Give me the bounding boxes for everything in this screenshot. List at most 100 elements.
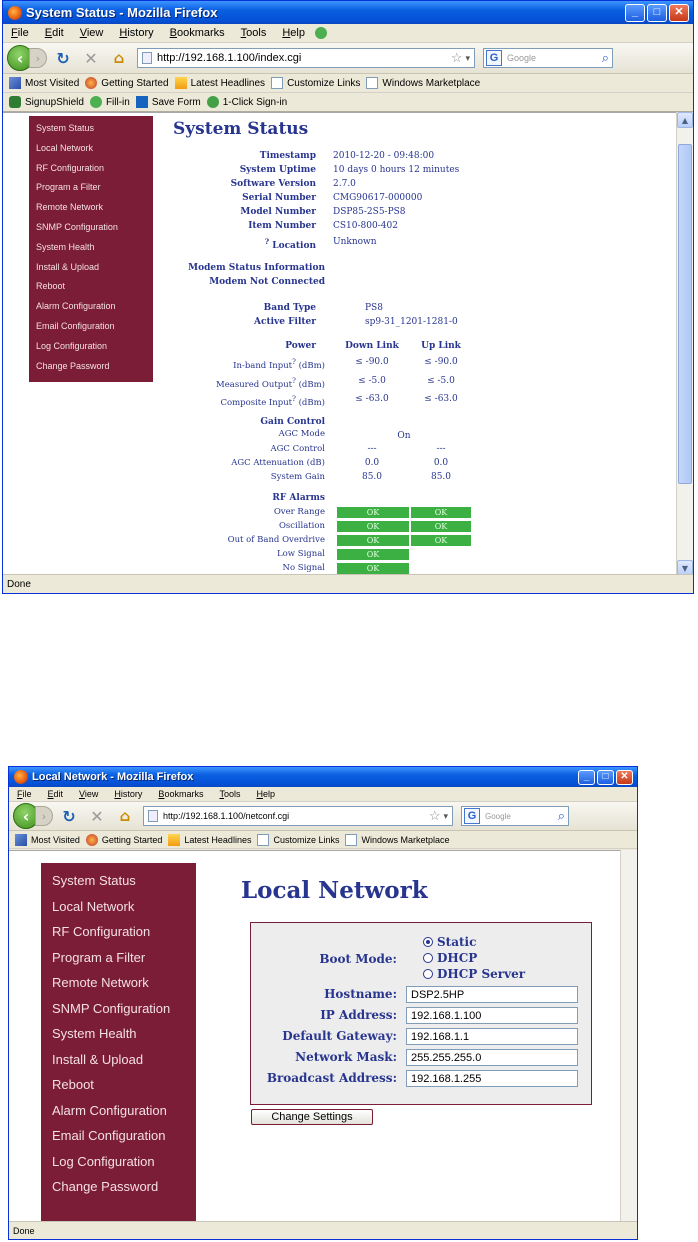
search-box[interactable]: G Google ⌕ [461, 806, 569, 826]
gateway-input[interactable] [406, 1028, 578, 1045]
nav-alarm-configuration[interactable]: Alarm Configuration [29, 301, 153, 321]
bookmark-getting-started[interactable]: Getting Started [85, 833, 162, 846]
nav-program-a-filter[interactable]: Program a Filter [41, 950, 196, 976]
nav-change-password[interactable]: Change Password [29, 361, 153, 381]
nav-local-network[interactable]: Local Network [41, 899, 196, 925]
search-icon[interactable]: ⌕ [602, 50, 612, 66]
ip-address-input[interactable] [406, 1007, 578, 1024]
nav-snmp-configuration[interactable]: SNMP Configuration [29, 222, 153, 242]
address-text[interactable]: http://192.168.1.100/netconf.cgi [163, 811, 425, 821]
nav-reboot[interactable]: Reboot [41, 1077, 196, 1103]
bookmark-most-visited[interactable]: Most Visited [9, 77, 79, 89]
save-form-button[interactable]: Save Form [135, 96, 201, 108]
help-link[interactable]: ? [265, 237, 269, 246]
menu-bookmarks[interactable]: Bookmarks [150, 789, 211, 799]
bookmark-customize-links[interactable]: Customize Links [257, 833, 339, 846]
forward-button[interactable]: › [29, 48, 47, 68]
menu-help[interactable]: Help [274, 27, 313, 39]
nav-install-upload[interactable]: Install & Upload [29, 262, 153, 282]
nav-snmp-configuration[interactable]: SNMP Configuration [41, 1001, 196, 1027]
bookmark-customize-links[interactable]: Customize Links [271, 77, 360, 89]
bookmark-getting-started[interactable]: Getting Started [85, 77, 169, 89]
radio-static[interactable] [423, 937, 433, 947]
nav-system-health[interactable]: System Health [29, 242, 153, 262]
menu-history[interactable]: History [111, 27, 161, 39]
addon-icon[interactable] [314, 27, 327, 39]
help-link[interactable]: ? [292, 376, 296, 385]
nav-rf-configuration[interactable]: RF Configuration [29, 163, 153, 183]
search-placeholder[interactable]: Google [482, 812, 558, 821]
nav-alarm-configuration[interactable]: Alarm Configuration [41, 1103, 196, 1129]
nav-email-configuration[interactable]: Email Configuration [41, 1128, 196, 1154]
google-icon[interactable]: G [464, 808, 480, 824]
nav-remote-network[interactable]: Remote Network [29, 202, 153, 222]
network-mask-input[interactable] [406, 1049, 578, 1066]
signupshield-button[interactable]: SignupShield [9, 96, 84, 108]
nav-rf-configuration[interactable]: RF Configuration [41, 924, 196, 950]
search-placeholder[interactable]: Google [504, 53, 602, 63]
menu-view[interactable]: View [72, 27, 112, 39]
stop-icon[interactable]: ✕ [85, 807, 109, 826]
help-link[interactable]: ? [292, 394, 296, 403]
scroll-up-icon[interactable]: ▲ [677, 112, 693, 128]
vertical-scrollbar[interactable]: ▲ ▼ [676, 112, 693, 576]
close-button[interactable]: ✕ [669, 3, 689, 22]
one-click-sign-in-button[interactable]: 1-Click Sign-in [206, 96, 287, 108]
nav-install-upload[interactable]: Install & Upload [41, 1052, 196, 1078]
boot-option-dhcp[interactable]: DHCP [423, 951, 477, 965]
maximize-button[interactable]: □ [597, 769, 614, 785]
boot-option-static[interactable]: Static [423, 935, 476, 949]
nav-local-network[interactable]: Local Network [29, 143, 153, 163]
reload-icon[interactable]: ↻ [51, 49, 75, 68]
menu-tools[interactable]: Tools [211, 789, 248, 799]
minimize-button[interactable]: _ [578, 769, 595, 785]
menu-view[interactable]: View [71, 789, 106, 799]
minimize-button[interactable]: _ [625, 3, 645, 22]
bookmark-latest-headlines[interactable]: Latest Headlines [168, 833, 251, 846]
forward-button[interactable]: › [35, 806, 53, 826]
close-button[interactable]: ✕ [616, 769, 633, 785]
home-icon[interactable]: ⌂ [107, 49, 131, 67]
nav-change-password[interactable]: Change Password [41, 1179, 196, 1205]
bookmark-most-visited[interactable]: Most Visited [15, 833, 80, 846]
bookmark-windows-marketplace[interactable]: Windows Marketplace [345, 833, 450, 846]
menu-bookmarks[interactable]: Bookmarks [162, 27, 233, 39]
nav-system-status[interactable]: System Status [29, 123, 153, 143]
menu-history[interactable]: History [106, 789, 150, 799]
stop-icon[interactable]: ✕ [79, 49, 103, 68]
nav-program-a-filter[interactable]: Program a Filter [29, 182, 153, 202]
nav-email-configuration[interactable]: Email Configuration [29, 321, 153, 341]
broadcast-input[interactable] [406, 1070, 578, 1087]
url-dropdown-icon[interactable]: ▾ [465, 53, 470, 64]
fill-in-button[interactable]: Fill-in [89, 96, 130, 108]
bookmark-windows-marketplace[interactable]: Windows Marketplace [366, 77, 480, 89]
change-settings-button[interactable]: Change Settings [251, 1109, 373, 1125]
nav-reboot[interactable]: Reboot [29, 281, 153, 301]
search-box[interactable]: G Google ⌕ [483, 48, 613, 68]
maximize-button[interactable]: □ [647, 3, 667, 22]
address-text[interactable]: http://192.168.1.100/index.cgi [157, 52, 447, 64]
menu-file[interactable]: File [3, 27, 37, 39]
search-icon[interactable]: ⌕ [558, 808, 568, 824]
google-icon[interactable]: G [486, 50, 502, 66]
menu-help[interactable]: Help [248, 789, 283, 799]
help-link[interactable]: ? [292, 357, 296, 366]
nav-log-configuration[interactable]: Log Configuration [29, 341, 153, 361]
radio-dhcp[interactable] [423, 953, 433, 963]
bookmark-star-icon[interactable]: ☆ [429, 808, 441, 824]
bookmark-latest-headlines[interactable]: Latest Headlines [174, 77, 265, 89]
url-dropdown-icon[interactable]: ▾ [443, 811, 448, 822]
nav-remote-network[interactable]: Remote Network [41, 975, 196, 1001]
address-bar[interactable]: http://192.168.1.100/index.cgi ☆ ▾ [137, 48, 475, 68]
reload-icon[interactable]: ↻ [57, 807, 81, 826]
bookmark-star-icon[interactable]: ☆ [451, 50, 463, 66]
vertical-scrollbar[interactable] [620, 850, 637, 1223]
menu-edit[interactable]: Edit [37, 27, 72, 39]
hostname-input[interactable] [406, 986, 578, 1003]
boot-option-dhcp-server[interactable]: DHCP Server [423, 967, 525, 981]
menu-tools[interactable]: Tools [233, 27, 275, 39]
address-bar[interactable]: http://192.168.1.100/netconf.cgi ☆ ▾ [143, 806, 453, 826]
nav-system-status[interactable]: System Status [41, 873, 196, 899]
menu-file[interactable]: File [9, 789, 40, 799]
scroll-thumb[interactable] [678, 144, 692, 484]
